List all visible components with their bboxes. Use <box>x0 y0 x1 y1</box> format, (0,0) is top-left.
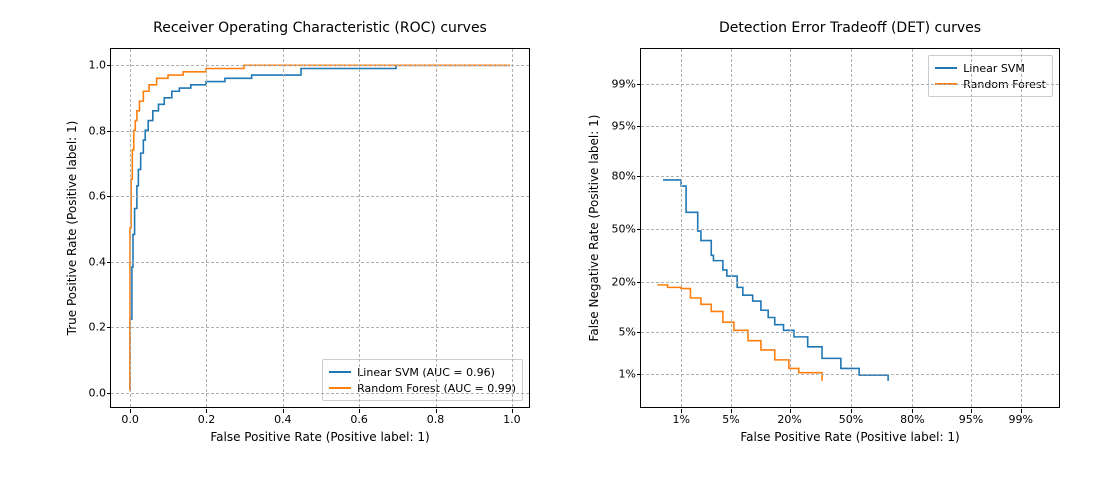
y-tick-mark <box>637 176 641 177</box>
x-tick-mark <box>851 409 852 413</box>
y-tick-mark <box>637 332 641 333</box>
grid-line <box>641 332 1059 333</box>
det-ylabel: False Negative Rate (Positive label: 1) <box>587 115 601 342</box>
y-tick-mark <box>637 229 641 230</box>
grid-line <box>1021 49 1022 407</box>
series-line <box>130 65 510 390</box>
x-tick-label: 99% <box>1009 413 1033 426</box>
roc-legend: Linear SVM (AUC = 0.96)Random Forest (AU… <box>322 359 523 401</box>
grid-line <box>641 229 1059 230</box>
figure: Receiver Operating Characteristic (ROC) … <box>0 0 1100 500</box>
legend-label: Linear SVM <box>963 62 1025 75</box>
x-tick-label: 0.4 <box>274 413 292 426</box>
legend-swatch <box>329 387 351 389</box>
grid-line <box>359 49 360 407</box>
x-tick-mark <box>359 409 360 413</box>
x-tick-label: 5% <box>722 413 739 426</box>
det-series-svg <box>641 49 1059 407</box>
x-tick-mark <box>681 409 682 413</box>
grid-line <box>851 49 852 407</box>
y-tick-mark <box>107 131 111 132</box>
grid-line <box>641 282 1059 283</box>
y-tick-mark <box>107 327 111 328</box>
x-tick-mark <box>912 409 913 413</box>
grid-line <box>681 49 682 407</box>
y-tick-mark <box>107 393 111 394</box>
grid-line <box>130 49 131 407</box>
y-tick-mark <box>107 262 111 263</box>
y-tick-mark <box>107 196 111 197</box>
det-xlabel: False Positive Rate (Positive label: 1) <box>740 430 959 444</box>
roc-plot-area: Linear SVM (AUC = 0.96)Random Forest (AU… <box>110 48 530 408</box>
grid-line <box>206 49 207 407</box>
x-tick-label: 1.0 <box>503 413 521 426</box>
grid-line <box>111 327 529 328</box>
x-tick-mark <box>436 409 437 413</box>
grid-line <box>283 49 284 407</box>
roc-xlabel: False Positive Rate (Positive label: 1) <box>210 430 429 444</box>
x-tick-mark <box>283 409 284 413</box>
x-tick-mark <box>512 409 513 413</box>
legend-row: Linear SVM <box>935 60 1046 76</box>
grid-line <box>971 49 972 407</box>
grid-line <box>912 49 913 407</box>
legend-swatch <box>329 371 351 373</box>
grid-line <box>790 49 791 407</box>
x-tick-label: 95% <box>959 413 983 426</box>
roc-ylabel: True Positive Rate (Positive label: 1) <box>65 121 79 336</box>
y-tick-mark <box>637 126 641 127</box>
grid-line <box>111 393 529 394</box>
legend-swatch <box>935 67 957 69</box>
legend-label: Linear SVM (AUC = 0.96) <box>357 366 495 379</box>
det-legend: Linear SVMRandom Forest <box>928 55 1053 97</box>
det-plot-area: Linear SVMRandom Forest 1%5%20%50%80%95%… <box>640 48 1060 408</box>
legend-row: Linear SVM (AUC = 0.96) <box>329 364 516 380</box>
x-tick-label: 80% <box>900 413 924 426</box>
x-tick-mark <box>790 409 791 413</box>
grid-line <box>641 84 1059 85</box>
grid-line <box>111 65 529 66</box>
x-tick-mark <box>130 409 131 413</box>
det-subplot: Detection Error Tradeoff (DET) curves Li… <box>580 20 1080 460</box>
x-tick-mark <box>971 409 972 413</box>
x-tick-label: 50% <box>839 413 863 426</box>
grid-line <box>111 196 529 197</box>
x-tick-label: 20% <box>777 413 801 426</box>
roc-title: Receiver Operating Characteristic (ROC) … <box>153 20 487 36</box>
det-title: Detection Error Tradeoff (DET) curves <box>719 20 981 36</box>
x-tick-mark <box>1021 409 1022 413</box>
x-tick-mark <box>206 409 207 413</box>
grid-line <box>641 176 1059 177</box>
y-tick-mark <box>637 282 641 283</box>
grid-line <box>111 131 529 132</box>
x-tick-label: 0.6 <box>350 413 368 426</box>
x-tick-mark <box>731 409 732 413</box>
x-tick-label: 1% <box>673 413 690 426</box>
grid-line <box>641 126 1059 127</box>
roc-series-svg <box>111 49 529 407</box>
grid-line <box>731 49 732 407</box>
x-tick-label: 0.0 <box>121 413 139 426</box>
roc-subplot: Receiver Operating Characteristic (ROC) … <box>60 20 540 460</box>
grid-line <box>111 262 529 263</box>
y-tick-mark <box>637 84 641 85</box>
grid-line <box>436 49 437 407</box>
grid-line <box>641 374 1059 375</box>
grid-line <box>512 49 513 407</box>
x-tick-label: 0.8 <box>427 413 445 426</box>
y-tick-mark <box>637 374 641 375</box>
y-tick-mark <box>107 65 111 66</box>
series-line <box>130 65 510 390</box>
x-tick-label: 0.2 <box>198 413 216 426</box>
